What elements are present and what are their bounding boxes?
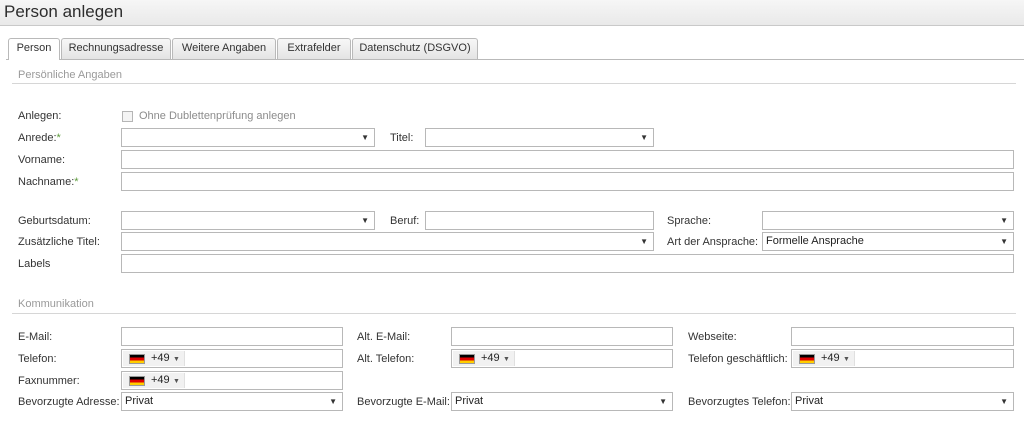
country-code: +49 <box>151 352 170 364</box>
vorname-input[interactable] <box>121 150 1014 169</box>
alt-email-input[interactable] <box>451 327 673 346</box>
flag-germany-icon <box>129 354 145 364</box>
tab-rechnungsadresse[interactable]: Rechnungsadresse <box>61 38 171 59</box>
anrede-select[interactable]: ▼ <box>121 128 375 147</box>
titel-label: Titel: <box>390 132 414 144</box>
tab-weitere-angaben[interactable]: Weitere Angaben <box>172 38 276 59</box>
chevron-down-icon: ▼ <box>843 356 850 363</box>
tab-datenschutz[interactable]: Datenschutz (DSGVO) <box>352 38 478 59</box>
fax-input[interactable]: +49 ▼ <box>121 371 343 390</box>
chevron-down-icon: ▼ <box>173 356 180 363</box>
section-divider <box>12 83 1016 84</box>
nachname-label: Nachname:* <box>18 176 79 188</box>
art-ansprache-value: Formelle Ansprache <box>766 235 864 247</box>
country-code: +49 <box>821 352 840 364</box>
webseite-input[interactable] <box>791 327 1014 346</box>
chevron-down-icon: ▼ <box>659 397 667 406</box>
chevron-down-icon: ▼ <box>640 237 648 246</box>
bevorzugte-email-select[interactable]: Privat ▼ <box>451 392 673 411</box>
chevron-down-icon: ▼ <box>1000 397 1008 406</box>
webseite-label: Webseite: <box>688 331 737 343</box>
labels-input[interactable] <box>121 254 1014 273</box>
chevron-down-icon: ▼ <box>361 133 369 142</box>
art-ansprache-label: Art der Ansprache: <box>667 236 759 248</box>
section-title-communication: Kommunikation <box>18 298 94 310</box>
chevron-down-icon: ▼ <box>1000 216 1008 225</box>
email-label: E-Mail: <box>18 331 53 343</box>
window-titlebar: Person anlegen <box>0 0 1024 26</box>
flag-germany-icon <box>129 376 145 386</box>
sprache-select[interactable]: ▼ <box>762 211 1014 230</box>
bevorzugte-adresse-value: Privat <box>125 395 154 407</box>
bevorzugtes-telefon-select[interactable]: Privat ▼ <box>791 392 1014 411</box>
no-duplicate-check-label: Ohne Dublettenprüfung anlegen <box>139 110 296 122</box>
section-divider <box>12 313 1016 314</box>
alt-email-label: Alt. E-Mail: <box>357 331 411 343</box>
bevorzugte-adresse-label: Bevorzugte Adresse: <box>18 396 120 408</box>
nachname-input[interactable] <box>121 172 1014 191</box>
tab-divider <box>6 59 1024 60</box>
chevron-down-icon: ▼ <box>1000 237 1008 246</box>
bevorzugtes-telefon-label: Bevorzugtes Telefon: <box>688 396 791 408</box>
tab-person[interactable]: Person <box>8 38 60 60</box>
beruf-label: Beruf: <box>390 215 420 227</box>
email-input[interactable] <box>121 327 343 346</box>
titel-select[interactable]: ▼ <box>425 128 654 147</box>
zusaetzliche-titel-select[interactable]: ▼ <box>121 232 654 251</box>
required-marker: * <box>56 132 61 144</box>
anrede-label-text: Anrede: <box>18 132 57 144</box>
chevron-down-icon: ▼ <box>640 133 648 142</box>
section-title-personal: Persönliche Angaben <box>18 69 122 81</box>
chevron-down-icon: ▼ <box>361 216 369 225</box>
telefon-input[interactable]: +49 ▼ <box>121 349 343 368</box>
chevron-down-icon: ▼ <box>329 397 337 406</box>
geburtsdatum-select[interactable]: ▼ <box>121 211 375 230</box>
country-code-picker[interactable]: +49 ▼ <box>453 351 515 366</box>
chevron-down-icon: ▼ <box>503 356 510 363</box>
telefon-geschaeftlich-label: Telefon geschäftlich: <box>688 353 788 365</box>
telefon-label: Telefon: <box>18 353 57 365</box>
bevorzugte-adresse-select[interactable]: Privat ▼ <box>121 392 343 411</box>
alt-telefon-label: Alt. Telefon: <box>357 353 415 365</box>
no-duplicate-check-checkbox[interactable] <box>122 111 133 122</box>
country-code-picker[interactable]: +49 ▼ <box>793 351 855 366</box>
beruf-input[interactable] <box>425 211 654 230</box>
geburtsdatum-label: Geburtsdatum: <box>18 215 91 227</box>
anlegen-label: Anlegen: <box>18 110 62 122</box>
art-ansprache-select[interactable]: Formelle Ansprache ▼ <box>762 232 1014 251</box>
fax-label: Faxnummer: <box>18 375 80 387</box>
bevorzugtes-telefon-value: Privat <box>795 395 824 407</box>
required-marker: * <box>74 176 79 188</box>
flag-germany-icon <box>459 354 475 364</box>
flag-germany-icon <box>799 354 815 364</box>
alt-telefon-input[interactable]: +49 ▼ <box>451 349 673 368</box>
country-code-picker[interactable]: +49 ▼ <box>123 351 185 366</box>
country-code: +49 <box>151 374 170 386</box>
page-title: Person anlegen <box>4 2 124 21</box>
sprache-label: Sprache: <box>667 215 712 227</box>
nachname-label-text: Nachname: <box>18 176 75 188</box>
country-code: +49 <box>481 352 500 364</box>
labels-label: Labels <box>18 258 51 270</box>
anrede-label: Anrede:* <box>18 132 61 144</box>
tab-extrafelder[interactable]: Extrafelder <box>277 38 351 59</box>
bevorzugte-email-value: Privat <box>455 395 484 407</box>
chevron-down-icon: ▼ <box>173 378 180 385</box>
vorname-label: Vorname: <box>18 154 66 166</box>
country-code-picker[interactable]: +49 ▼ <box>123 373 185 388</box>
bevorzugte-email-label: Bevorzugte E-Mail: <box>357 396 450 408</box>
telefon-geschaeftlich-input[interactable]: +49 ▼ <box>791 349 1014 368</box>
zusaetzliche-titel-label: Zusätzliche Titel: <box>18 236 100 248</box>
